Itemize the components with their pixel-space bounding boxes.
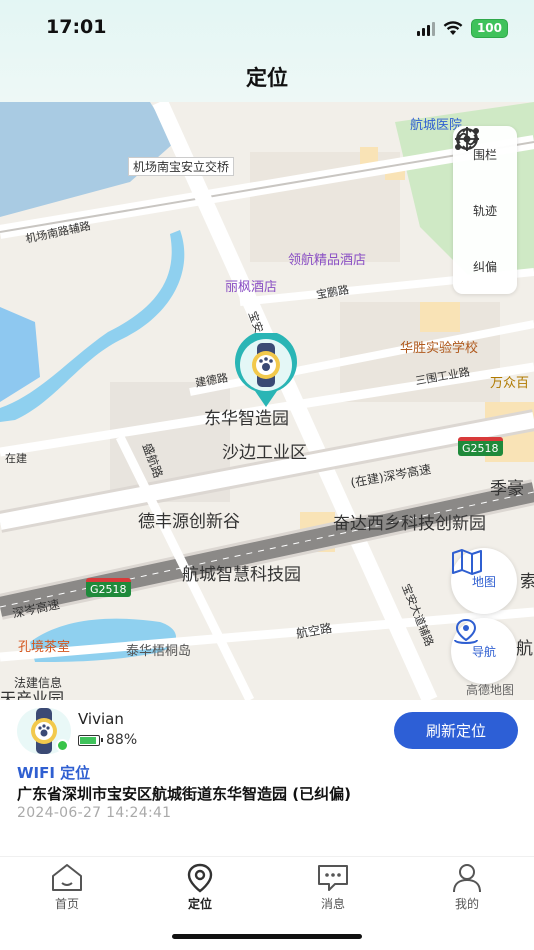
location-icon: [187, 863, 213, 893]
map-icon: [452, 549, 482, 575]
tab-location[interactable]: 定位: [160, 863, 240, 912]
map-label-lifeng: 丽枫酒店: [225, 280, 278, 295]
status-time: 17:01: [46, 16, 107, 38]
status-icons: 100: [416, 19, 508, 38]
map-label-chanye: 天产业园: [0, 689, 65, 700]
message-icon: [318, 865, 348, 891]
map-label-wanzhong: 万众百: [490, 376, 530, 391]
wifi-icon: [443, 21, 463, 35]
map-label-fenda: 奋达西乡科技创新园: [333, 514, 486, 534]
tab-messages-label: 消息: [320, 897, 345, 911]
map-label-suo: 索: [520, 572, 534, 592]
track-button[interactable]: 轨迹: [453, 128, 517, 238]
map-label-hangcheng: 航城智慧科技园: [182, 565, 301, 585]
tab-messages[interactable]: 消息: [293, 863, 373, 912]
tab-home-label: 首页: [54, 897, 79, 911]
tab-location-label: 定位: [187, 897, 212, 911]
location-address: 广东省深圳市宝安区航城街道东华智造园 (已纠偏): [17, 785, 351, 803]
home-indicator: [172, 934, 362, 939]
track-label: 轨迹: [472, 203, 497, 218]
map-label-defengyuan: 德丰源创新谷: [138, 512, 240, 532]
battery-percent: 88%: [106, 732, 138, 748]
map-label-zaijian: 在建: [5, 452, 27, 465]
map-label-lingwang: 领航精品酒店: [288, 253, 367, 268]
battery-icon: [78, 734, 103, 746]
navigation-icon: [454, 618, 478, 644]
online-status-dot: [56, 739, 69, 752]
map-label-taihua: 泰华梧桐岛: [126, 644, 192, 659]
map-type-button[interactable]: 地图: [451, 548, 517, 614]
device-battery: 88%: [78, 732, 137, 748]
map-label-hang: 航: [516, 639, 533, 659]
map-label-jihao: 季豪: [490, 479, 524, 499]
map-label-tea: 孔境茶室: [18, 640, 71, 655]
screen: 17:01 100 定位 航城医院 机场南宝安立交桥 机场南路辅路 领航精品酒店…: [0, 0, 534, 950]
highway-shield-g2518: G2518: [458, 437, 503, 456]
correction-label: 纠偏: [472, 259, 497, 274]
tab-profile[interactable]: 我的: [427, 863, 507, 912]
refresh-location-button[interactable]: 刷新定位: [394, 712, 518, 749]
highway-shield-g2518-b: G2518: [86, 578, 131, 597]
location-timestamp: 2024-06-27 14:24:41: [17, 805, 172, 821]
map-view[interactable]: 航城医院 机场南宝安立交桥 机场南路辅路 领航精品酒店 丽枫酒店 宝鹏路 华胜实…: [0, 102, 534, 700]
map-attribution: 高德地图: [466, 683, 515, 697]
map-label-shabian: 沙边工业区: [222, 443, 307, 463]
correction-icon: [454, 126, 480, 152]
device-location-marker[interactable]: [231, 333, 301, 409]
device-name: Vivian: [78, 710, 124, 728]
home-icon: [52, 864, 82, 891]
correction-button[interactable]: 纠偏: [453, 126, 517, 294]
tab-home[interactable]: 首页: [27, 863, 107, 912]
location-type: WIFI 定位: [17, 764, 91, 782]
header: 17:01 100 定位: [0, 0, 534, 102]
map-label-school: 华胜实验学校: [400, 341, 479, 356]
map-tool-panel: 围栏 轨迹 纠偏: [453, 126, 517, 294]
profile-icon: [453, 864, 481, 893]
cellular-signal-icon: [416, 21, 435, 36]
page-title: 定位: [246, 66, 288, 90]
map-label-interchange: 机场南宝安立交桥: [128, 157, 235, 176]
navigation-button[interactable]: 导航: [451, 618, 517, 684]
battery-indicator: 100: [470, 19, 508, 38]
tab-profile-label: 我的: [454, 897, 479, 911]
